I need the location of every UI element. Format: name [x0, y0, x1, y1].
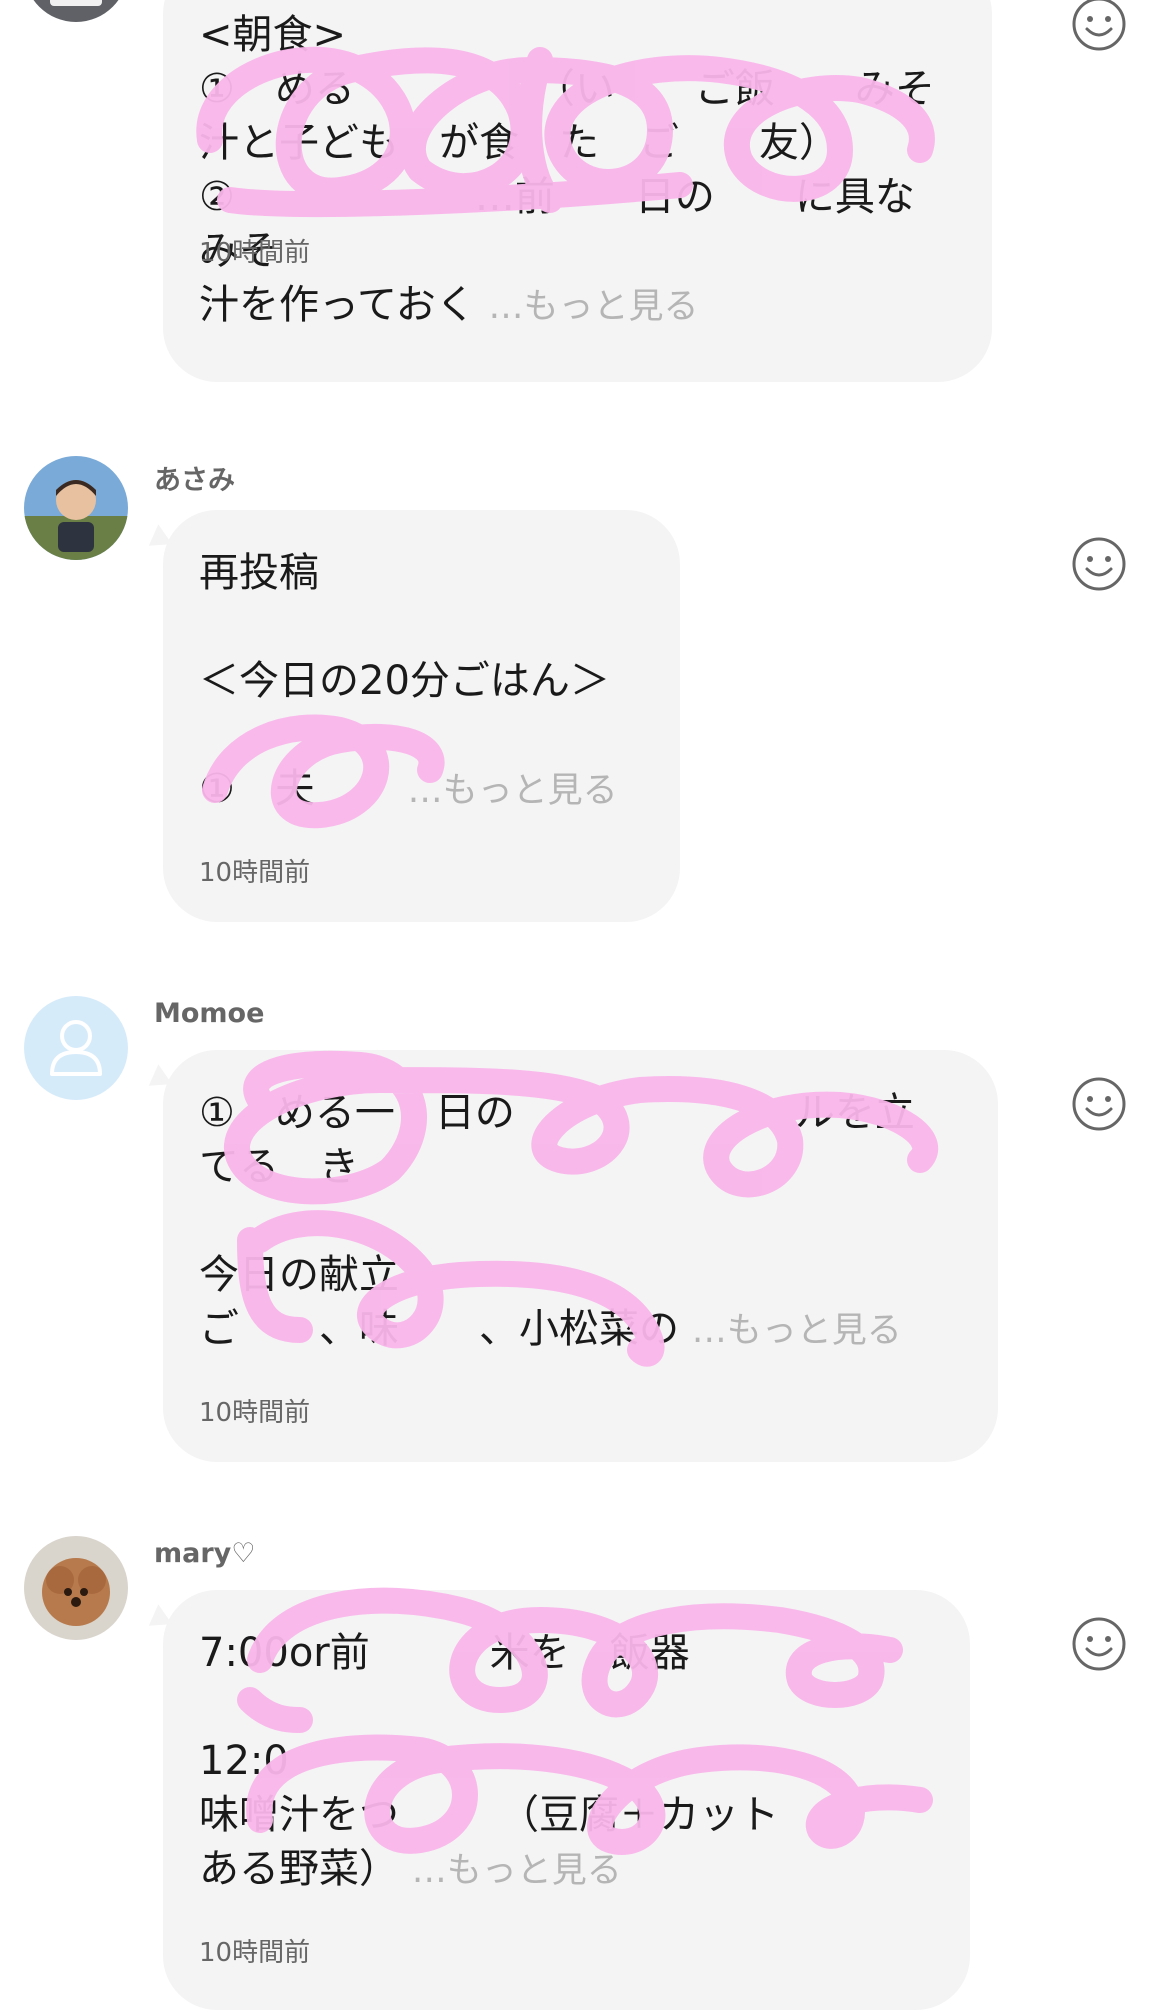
- username[interactable]: Momoe: [154, 998, 264, 1029]
- message-text: 再投稿 ＜今日の20分ごはん＞ ① 夫 …もっと見る: [199, 550, 618, 812]
- message-text: <朝食> ① める （い ご飯 みそ 汁と子ども が食 た ご 友） ② …前 …: [199, 12, 935, 328]
- avatar[interactable]: [24, 1536, 128, 1640]
- timestamp: 10時間前: [199, 858, 311, 888]
- see-more-link[interactable]: …もっと見る: [412, 1851, 622, 1891]
- avatar[interactable]: [24, 456, 128, 560]
- message-bubble[interactable]: 再投稿 ＜今日の20分ごはん＞ ① 夫 …もっと見る 10時間前: [163, 510, 680, 922]
- smiley-icon[interactable]: [1071, 0, 1127, 52]
- smiley-icon[interactable]: [1071, 536, 1127, 592]
- avatar[interactable]: [24, 996, 128, 1100]
- see-more-link[interactable]: …もっと見る: [408, 771, 618, 811]
- message-text: ① める一 日の ルを立 てる き 今日の献立 ご 、味 、小松菜の …もっと見…: [199, 1090, 915, 1352]
- message-bubble[interactable]: <朝食> ① める （い ご飯 みそ 汁と子ども が食 た ご 友） ② …前 …: [163, 0, 992, 382]
- see-more-link[interactable]: …もっと見る: [692, 1311, 902, 1351]
- username[interactable]: あさみ: [154, 458, 235, 497]
- timestamp: 10時間前: [199, 1398, 311, 1428]
- message-bubble[interactable]: 7:00or前 米を 飯器 12:0 味噌汁をつ （豆腐＋カット ある野菜） ……: [163, 1590, 970, 2010]
- smiley-icon[interactable]: [1071, 1076, 1127, 1132]
- smiley-icon[interactable]: [1071, 1616, 1127, 1672]
- timestamp: 10時間前: [199, 238, 311, 268]
- avatar[interactable]: [24, 0, 128, 22]
- see-more-link[interactable]: …もっと見る: [489, 287, 699, 327]
- username[interactable]: mary♡: [154, 1538, 255, 1569]
- message-bubble[interactable]: ① める一 日の ルを立 てる き 今日の献立 ご 、味 、小松菜の …もっと見…: [163, 1050, 998, 1462]
- timestamp: 10時間前: [199, 1938, 311, 1968]
- message-text: 7:00or前 米を 飯器 12:0 味噌汁をつ （豆腐＋カット ある野菜） ……: [199, 1630, 779, 1892]
